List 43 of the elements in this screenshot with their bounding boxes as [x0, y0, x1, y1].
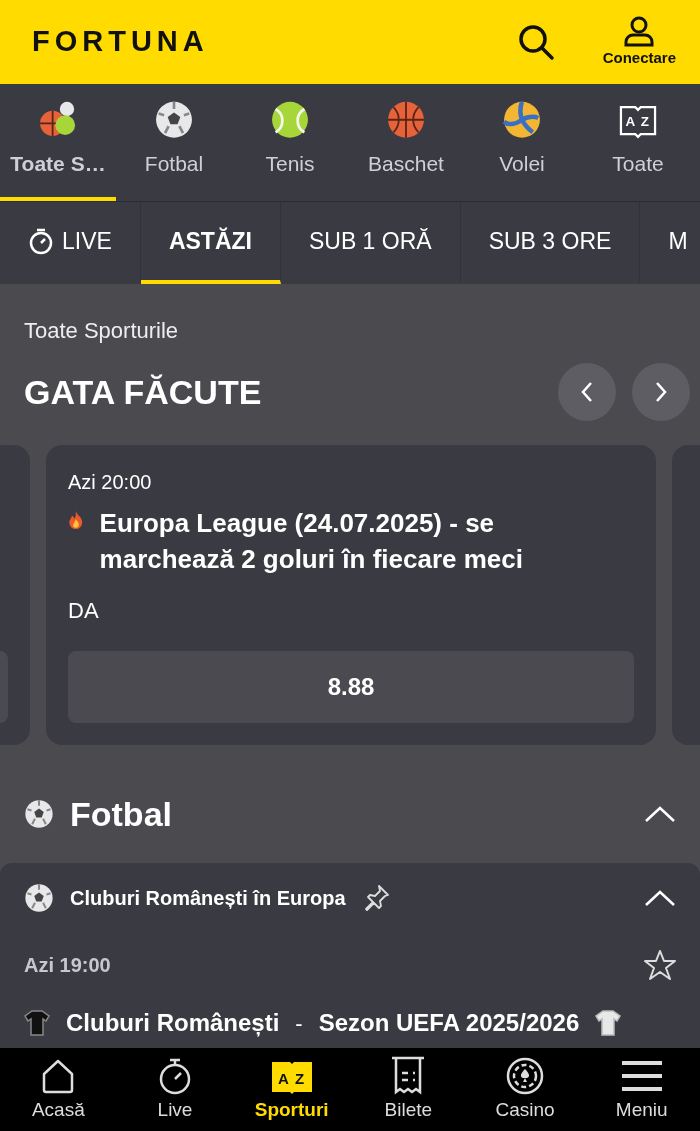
casino-chip-icon [505, 1056, 545, 1096]
section-title: GATA FĂCUTE [24, 371, 262, 413]
stopwatch-icon [28, 227, 54, 255]
chevron-up-icon[interactable] [644, 805, 676, 823]
login-button[interactable]: Conectare [602, 14, 676, 70]
time-filter-tab[interactable]: M [640, 202, 700, 284]
time-filter-tab[interactable]: SUB 3 ORE [460, 202, 641, 284]
separator-dash: - [295, 1009, 303, 1038]
competition-name[interactable]: Cluburi Românești în Europa [70, 883, 346, 913]
sport-tab[interactable]: Baschet [348, 84, 464, 201]
home-team: Cluburi Românești [66, 1008, 280, 1039]
nav-tab[interactable]: Casino [466, 1048, 584, 1131]
search-icon[interactable] [516, 23, 555, 61]
bet-title: Europa League (24.07.2025) - se marchează 2 goluri în fiecare meci [99, 507, 524, 577]
away-team: Sezon UEFA 2025/2026 [318, 1008, 580, 1038]
breadcrumb[interactable]: Toate Sporturile [24, 314, 676, 347]
sport-tab[interactable]: A Z Toate [580, 84, 696, 201]
odds-button[interactable]: 8.88 [68, 651, 634, 723]
time-filter-tab[interactable]: LIVE [0, 202, 141, 284]
event-time: Azi 19:00 [24, 953, 111, 978]
chevron-left-icon [580, 381, 594, 403]
star-icon[interactable] [644, 949, 676, 981]
time-filter-tab[interactable]: ASTĂZI [140, 202, 281, 284]
shirt-icon [595, 1009, 622, 1037]
selection-label: DA [68, 596, 100, 625]
sport-tab[interactable]: Tenis [232, 84, 348, 201]
sport-tab[interactable]: Fotbal [116, 84, 232, 201]
chevron-right-icon [654, 381, 668, 403]
shirt-icon [24, 1009, 50, 1037]
chevron-up-icon[interactable] [644, 889, 676, 907]
sport-tab[interactable]: Volei [464, 84, 580, 201]
nav-tab[interactable]: Bilete [350, 1048, 467, 1131]
sport-title: Fotbal [70, 793, 172, 835]
time-filter-tab[interactable]: SUB 1 ORĂ [280, 202, 461, 284]
logo: FORTUNA [32, 24, 209, 60]
user-icon [623, 14, 656, 47]
nav-tab[interactable]: Acasă [0, 1048, 117, 1131]
nav-tab[interactable]: Meniu [583, 1048, 700, 1131]
event-time: Azi 20:00 [68, 470, 153, 495]
nav-tab[interactable]: A Z Sporturi [233, 1048, 350, 1131]
nav-tab[interactable]: Live [116, 1048, 234, 1131]
soccer-ball-icon [24, 799, 54, 829]
soccer-ball-icon [24, 883, 54, 913]
